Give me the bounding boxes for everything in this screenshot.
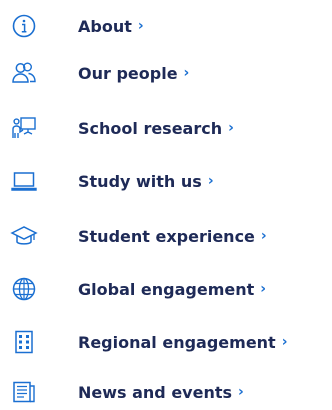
info-circle-icon bbox=[10, 12, 38, 40]
menu-item-label: About bbox=[78, 16, 132, 36]
chevron-right-icon: › bbox=[281, 334, 288, 350]
building-icon bbox=[10, 328, 38, 356]
menu-item-label: Study with us bbox=[78, 171, 202, 191]
chevron-right-icon: › bbox=[207, 173, 214, 189]
chevron-right-icon: › bbox=[260, 281, 267, 297]
globe-icon bbox=[10, 275, 38, 303]
chevron-right-icon: › bbox=[238, 384, 244, 400]
newspaper-icon bbox=[10, 378, 38, 406]
presentation-icon bbox=[10, 114, 38, 142]
menu-item-label: Global engagement bbox=[78, 279, 255, 299]
chevron-right-icon: › bbox=[137, 18, 144, 34]
laptop-icon bbox=[10, 167, 38, 195]
graduation-cap-icon bbox=[10, 222, 38, 250]
people-icon bbox=[10, 59, 38, 87]
chevron-right-icon: › bbox=[260, 228, 267, 244]
menu-item-label: News and events bbox=[78, 382, 233, 402]
chevron-right-icon: › bbox=[228, 120, 234, 136]
menu-item-label: Student experience bbox=[78, 226, 255, 246]
chevron-right-icon: › bbox=[183, 65, 190, 81]
menu-item-label: Our people bbox=[78, 63, 178, 83]
menu-item-label: School research bbox=[78, 118, 223, 138]
menu-item-label: Regional engagement bbox=[78, 332, 276, 352]
